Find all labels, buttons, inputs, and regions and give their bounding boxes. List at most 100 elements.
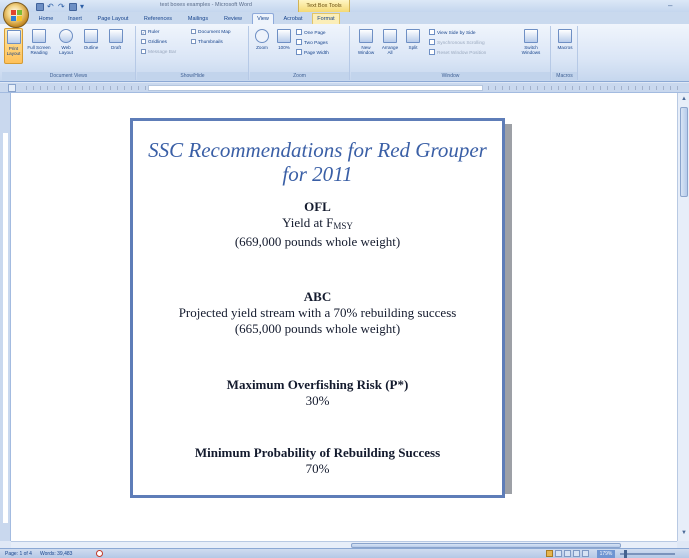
zoom-button[interactable]: Zoom <box>252 28 272 64</box>
new-window-button[interactable]: New Window <box>355 28 377 64</box>
two-pages-button[interactable]: Two Pages <box>296 39 328 47</box>
risk-section: Maximum Overfishing Risk (P*) 30% <box>133 377 502 409</box>
outline-button[interactable]: Outline <box>80 28 102 64</box>
ofl-pounds: (669,000 pounds whole weight) <box>234 234 401 249</box>
window-title: test boxes examples - Microsoft Word <box>160 2 252 8</box>
tab-home[interactable]: Home <box>36 14 56 24</box>
group-label-window: Window <box>351 72 550 80</box>
risk-heading: Maximum Overfishing Risk (P*) <box>226 377 409 392</box>
group-label-document-views: Document Views <box>2 72 135 80</box>
document-canvas[interactable]: SSC Recommendations for Red Grouper for … <box>11 93 677 541</box>
zoom-100-button[interactable]: 100% <box>274 28 294 64</box>
magnifier-icon <box>255 29 269 43</box>
thumbnails-checkbox[interactable]: Thumbnails <box>191 39 223 47</box>
tab-acrobat[interactable]: Acrobat <box>280 14 306 24</box>
tab-selector-button[interactable] <box>8 84 16 92</box>
group-macros: Macros Macros <box>552 26 578 80</box>
gridlines-checkbox[interactable]: Gridlines <box>141 39 167 47</box>
customize-toolbar-icon[interactable]: ▾ <box>80 2 88 11</box>
tab-view[interactable]: View <box>252 13 274 24</box>
vertical-scroll-thumb[interactable] <box>680 107 688 197</box>
ofl-section: OFL Yield at FMSY (669,000 pounds whole … <box>133 199 502 250</box>
view-side-by-side-button[interactable]: View Side by Side <box>429 29 476 37</box>
ofl-yield-subscript: MSY <box>333 221 353 231</box>
tab-review[interactable]: Review <box>220 14 246 24</box>
zoom-100-icon <box>277 29 291 43</box>
arrange-all-icon <box>383 29 397 43</box>
draft-view-icon[interactable] <box>582 550 589 557</box>
reset-position-icon <box>429 49 435 55</box>
view-shortcuts <box>546 550 589 557</box>
print-layout-view-icon[interactable] <box>546 550 553 557</box>
two-pages-icon <box>296 39 302 45</box>
abc-yield: Projected yield stream with a 70% rebuil… <box>178 305 457 320</box>
draft-button[interactable]: Draft <box>105 28 127 64</box>
text-box[interactable]: SSC Recommendations for Red Grouper for … <box>130 118 505 498</box>
tab-insert[interactable]: Insert <box>64 14 86 24</box>
outline-view-icon[interactable] <box>573 550 580 557</box>
gridlines-check-icon <box>141 39 146 44</box>
macros-icon <box>558 29 572 43</box>
web-layout-button[interactable]: Web Layout <box>55 28 77 64</box>
tab-format[interactable]: Format <box>312 13 340 24</box>
vertical-ruler-text-area <box>3 133 8 523</box>
page-width-button[interactable]: Page Width <box>296 49 329 57</box>
horizontal-ruler[interactable] <box>0 83 689 93</box>
doc-title: SSC Recommendations for Red Grouper for … <box>133 138 502 186</box>
arrange-all-button[interactable]: Arrange All <box>379 28 401 64</box>
split-button[interactable]: Split <box>403 28 423 64</box>
scroll-down-icon[interactable]: ▼ <box>680 529 688 537</box>
document-map-checkbox[interactable]: Document Map <box>191 29 231 37</box>
switch-windows-icon <box>524 29 538 43</box>
undo-icon[interactable]: ↶ <box>47 2 55 11</box>
switch-windows-button[interactable]: Switch Windows <box>517 28 545 64</box>
vertical-ruler[interactable] <box>0 93 11 541</box>
context-tab-title: Text Box Tools <box>298 0 350 12</box>
office-button[interactable] <box>3 2 29 28</box>
print-layout-button[interactable]: Print Layout <box>4 28 23 64</box>
page-count[interactable]: Page: 1 of 4 <box>5 551 32 557</box>
zoom-level[interactable]: 179% <box>597 550 615 558</box>
save-icon[interactable] <box>36 2 44 11</box>
full-screen-view-icon[interactable] <box>555 550 562 557</box>
doc-title-line-2: for 2011 <box>282 162 353 186</box>
proofing-icon[interactable] <box>96 550 103 557</box>
message-bar-check-icon <box>141 49 146 54</box>
quick-access-toolbar: ↶ ↷ ▾ <box>36 2 88 11</box>
split-icon <box>406 29 420 43</box>
ruler-text-area <box>148 85 483 91</box>
rebuild-heading: Minimum Probability of Rebuilding Succes… <box>194 445 441 460</box>
ruler-check-icon: ✓ <box>141 30 146 35</box>
group-document-views: Print Layout Full Screen Reading Web Lay… <box>2 26 136 80</box>
scroll-up-icon[interactable]: ▲ <box>680 95 688 103</box>
tab-page-layout[interactable]: Page Layout <box>94 14 132 24</box>
ruler-checkbox[interactable]: ✓ Ruler <box>141 29 159 37</box>
full-screen-reading-button[interactable]: Full Screen Reading <box>26 28 52 64</box>
synchronous-scrolling-button: Synchronous Scrolling <box>429 39 485 47</box>
vertical-scrollbar[interactable]: ▲ ▼ <box>677 93 689 541</box>
abc-section: ABC Projected yield stream with a 70% re… <box>133 289 502 337</box>
group-label-macros: Macros <box>552 72 577 80</box>
web-layout-view-icon[interactable] <box>564 550 571 557</box>
draft-icon <box>109 29 123 43</box>
quick-print-icon[interactable] <box>69 2 77 11</box>
redo-icon[interactable]: ↷ <box>58 2 66 11</box>
status-bar: Page: 1 of 4 Words: 39,483 179% <box>0 548 689 558</box>
horizontal-scrollbar[interactable] <box>11 541 677 548</box>
new-window-icon <box>359 29 373 43</box>
outline-icon <box>84 29 98 43</box>
minimize-icon[interactable]: – <box>668 1 672 10</box>
side-by-side-icon <box>429 29 435 35</box>
tab-mailings[interactable]: Mailings <box>184 14 212 24</box>
thumbnails-check-icon <box>191 39 196 44</box>
one-page-button[interactable]: One Page <box>296 29 326 37</box>
word-count[interactable]: Words: 39,483 <box>40 551 72 557</box>
zoom-slider-knob[interactable] <box>624 550 627 558</box>
ribbon-tabs: Home Insert Page Layout References Maili… <box>0 12 689 24</box>
ribbon: Print Layout Full Screen Reading Web Lay… <box>0 24 689 82</box>
message-bar-checkbox: Message Bar <box>141 49 176 57</box>
zoom-slider[interactable] <box>620 550 675 558</box>
document-map-check-icon <box>191 29 196 34</box>
tab-references[interactable]: References <box>140 14 176 24</box>
macros-button[interactable]: Macros <box>555 28 575 64</box>
